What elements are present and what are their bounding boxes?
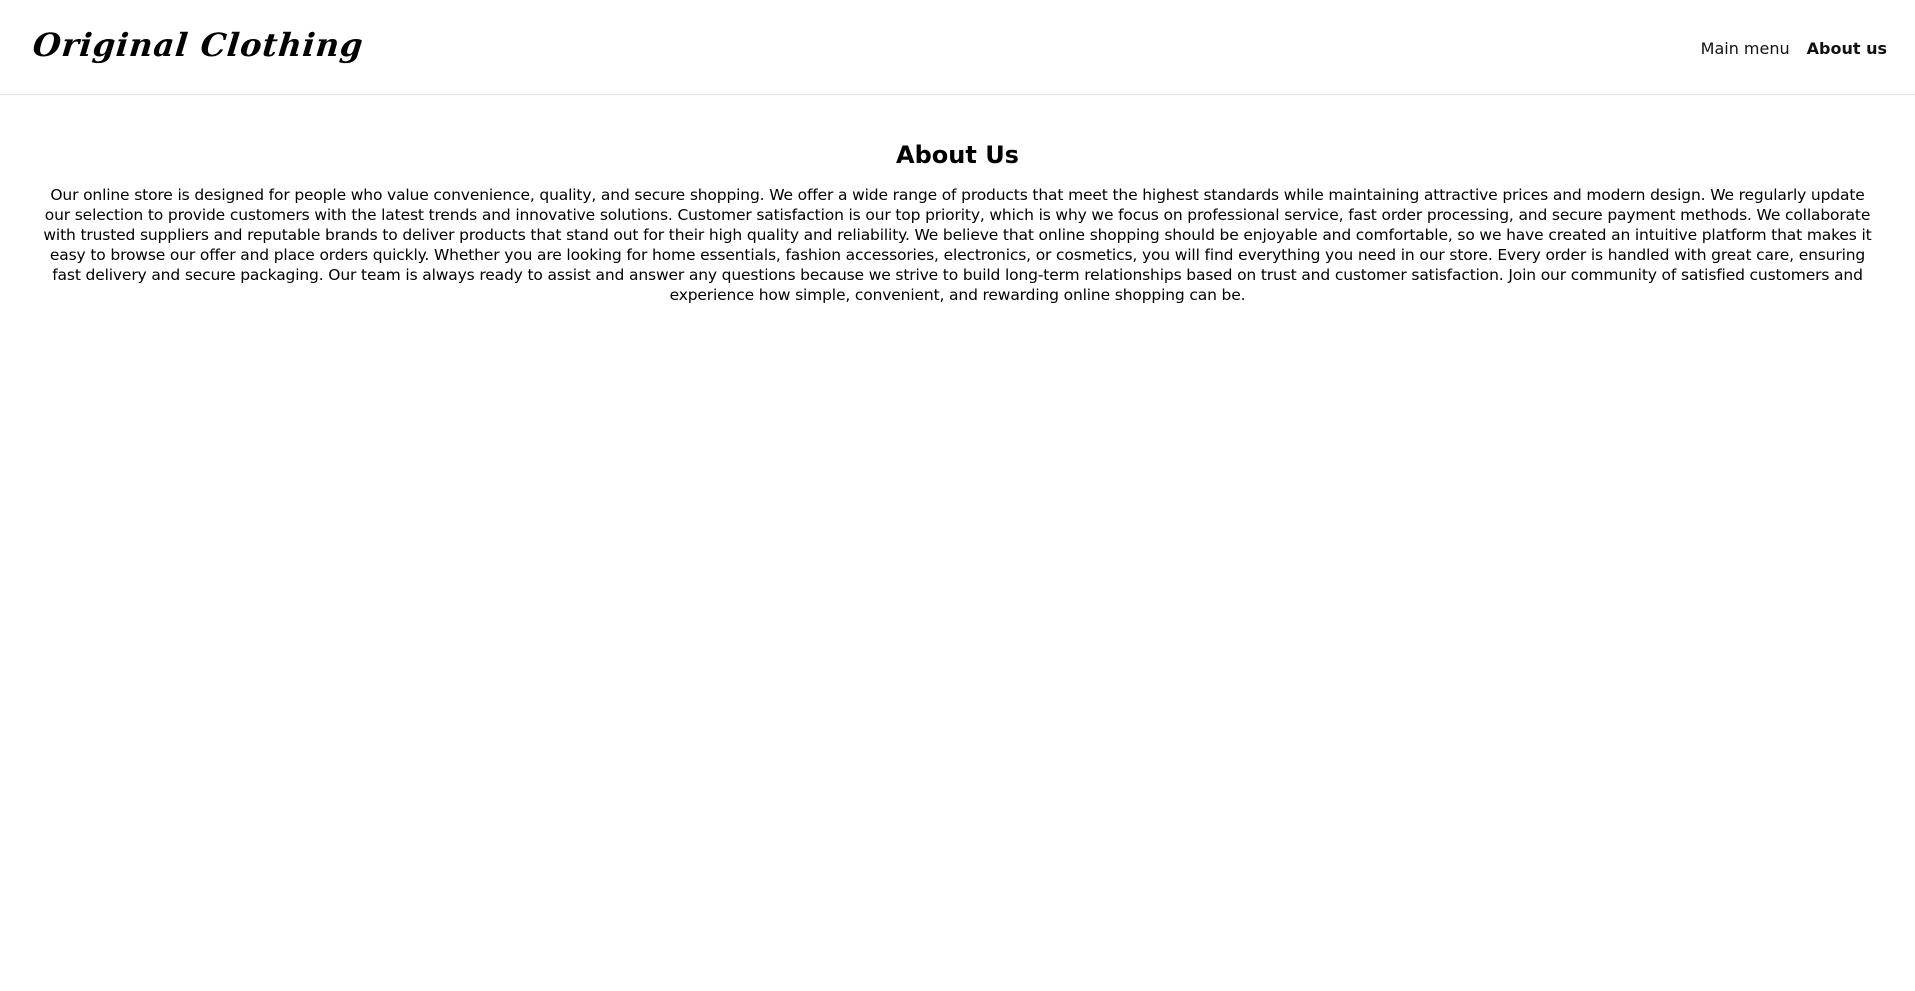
main-content: About Us Our online store is designed fo… [0, 95, 1915, 305]
about-paragraph: Our online store is designed for people … [43, 186, 1872, 304]
site-logo[interactable]: Original Clothing [31, 26, 366, 64]
main-nav: Main menu About us [1701, 39, 1887, 58]
nav-link-main-menu[interactable]: Main menu [1701, 39, 1790, 58]
site-header: Original Clothing Main menu About us [0, 0, 1915, 95]
page-title: About Us [896, 141, 1019, 169]
nav-link-about-us[interactable]: About us [1807, 39, 1887, 58]
